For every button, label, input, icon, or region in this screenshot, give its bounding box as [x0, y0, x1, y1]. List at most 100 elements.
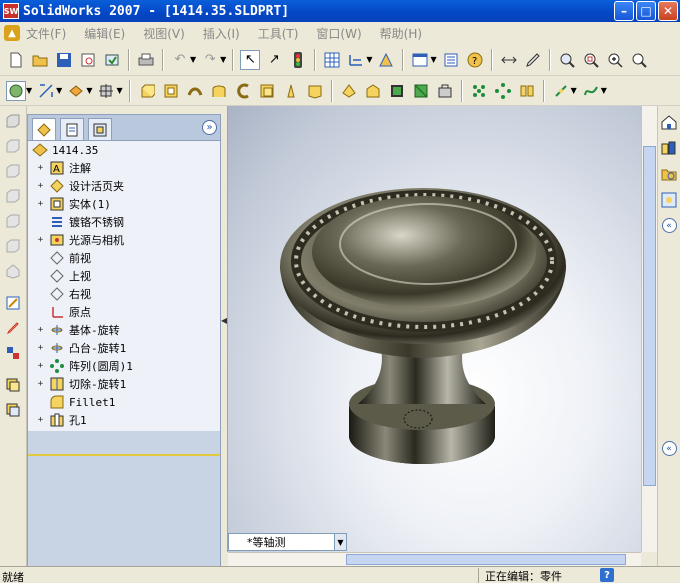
design-library-icon[interactable] — [659, 138, 679, 158]
zoom-in-icon[interactable] — [605, 50, 625, 70]
expand-icon[interactable]: + — [36, 181, 45, 191]
vertical-scroll-thumb[interactable] — [643, 146, 656, 486]
relation-icon[interactable] — [66, 81, 86, 101]
menu-tools[interactable]: 工具(T) — [258, 25, 299, 42]
sweep-icon[interactable] — [185, 81, 205, 101]
solidworks-app-icon[interactable]: SW — [3, 3, 19, 19]
tree-item[interactable]: Fillet1 — [36, 393, 115, 411]
curve-icon[interactable] — [581, 81, 601, 101]
extrude-cut-icon[interactable] — [233, 81, 253, 101]
expand-icon[interactable]: + — [36, 343, 45, 353]
chamfer-icon[interactable] — [305, 81, 325, 101]
curve-dropdown-icon[interactable]: ▼ — [601, 86, 607, 95]
expand-icon[interactable]: + — [36, 379, 45, 389]
tree-item[interactable]: 右视 — [36, 285, 91, 303]
smart-dimension-icon[interactable] — [36, 81, 56, 101]
tree-item[interactable]: + 光源与相机 — [36, 231, 124, 249]
loft-icon[interactable] — [209, 81, 229, 101]
options-icon[interactable] — [376, 50, 396, 70]
save-icon[interactable] — [54, 50, 74, 70]
menu-help[interactable]: 帮助(H) — [380, 25, 422, 42]
layer-icon[interactable] — [3, 375, 23, 395]
reference-dropdown-icon[interactable]: ▼ — [116, 86, 122, 95]
dimension-dropdown-icon[interactable]: ▼ — [56, 86, 62, 95]
home-icon[interactable] — [659, 112, 679, 132]
revolve-cut-icon[interactable] — [257, 81, 277, 101]
sketch-dropdown-icon[interactable]: ▼ — [26, 86, 32, 95]
rebuild-icon[interactable] — [102, 50, 122, 70]
sketch-tool-icon[interactable] — [3, 293, 23, 313]
tree-item[interactable]: 原点 — [36, 303, 91, 321]
extrude-boss-icon[interactable] — [137, 81, 157, 101]
select-other-icon[interactable]: ↗ — [264, 50, 284, 70]
edit-icon[interactable] — [523, 50, 543, 70]
tree-item[interactable]: 上视 — [36, 267, 91, 285]
tree-item[interactable]: + 阵列(圆周)1 — [36, 357, 133, 375]
rib-icon[interactable] — [339, 81, 359, 101]
annotation-tool-icon[interactable] — [3, 400, 23, 420]
tree-item[interactable]: + 孔1 — [36, 411, 87, 429]
relation-dropdown-icon[interactable]: ▼ — [86, 86, 92, 95]
mirror-feature-icon[interactable] — [435, 81, 455, 101]
view-left-icon[interactable] — [3, 161, 23, 181]
expand-icon[interactable]: + — [36, 361, 45, 371]
reference-point-icon[interactable] — [551, 81, 571, 101]
propertymanager-tab-icon[interactable] — [60, 118, 84, 140]
chevron-down-icon[interactable]: ▼ — [334, 534, 346, 550]
view-palette-icon[interactable] — [659, 190, 679, 210]
add-relation-icon[interactable] — [3, 343, 23, 363]
sketch-icon[interactable] — [6, 80, 26, 101]
revolve-boss-icon[interactable] — [161, 81, 181, 101]
close-icon[interactable]: ✕ — [658, 1, 678, 21]
view-isometric-icon[interactable] — [3, 261, 23, 281]
view-front-icon[interactable] — [3, 111, 23, 131]
configuration-tab-icon[interactable] — [88, 118, 112, 140]
tree-item[interactable]: 镀铬不锈钢 — [36, 213, 124, 231]
view-bottom-icon[interactable] — [3, 236, 23, 256]
print-preview-icon[interactable] — [78, 50, 98, 70]
menu-window[interactable]: 窗口(W) — [316, 25, 361, 42]
expand-taskpane-icon[interactable]: « — [661, 218, 677, 233]
point-dropdown-icon[interactable]: ▼ — [571, 86, 577, 95]
reference-icon[interactable] — [96, 81, 116, 101]
tree-item[interactable]: + 设计活页夹 — [36, 177, 124, 195]
hole-icon[interactable] — [411, 81, 431, 101]
expand-icon[interactable]: + — [36, 415, 45, 425]
linear-pattern-icon[interactable] — [469, 81, 489, 101]
featuremanager-tab-icon[interactable] — [32, 118, 56, 140]
help-icon[interactable]: ? — [600, 568, 614, 582]
horizontal-scroll-thumb[interactable] — [346, 554, 626, 565]
undo-icon[interactable]: ↶ — [170, 50, 190, 70]
fillet-icon[interactable] — [281, 81, 301, 101]
menu-insert[interactable]: 插入(I) — [203, 25, 240, 42]
tree-item[interactable]: + 基体-旋转 — [36, 321, 120, 339]
solidworks-logo-icon[interactable]: ▲ — [4, 25, 20, 41]
menu-file[interactable]: 文件(F) — [26, 25, 66, 42]
help-icon[interactable]: ? — [465, 50, 485, 70]
file-explorer-icon[interactable] — [659, 164, 679, 184]
view-orientation-icon[interactable] — [410, 50, 430, 70]
dimension-icon[interactable] — [346, 50, 366, 70]
minimize-icon[interactable]: – — [614, 1, 634, 21]
tree-item[interactable]: + 切除-旋转1 — [36, 375, 126, 393]
expand-icon[interactable]: + — [36, 235, 45, 245]
tree-root[interactable]: 1414.35 — [32, 141, 98, 159]
smart-pen-icon[interactable] — [3, 318, 23, 338]
expand-icon[interactable]: + — [36, 163, 45, 173]
collapse-panel-icon[interactable]: » — [202, 120, 217, 135]
tree-item[interactable]: + 凸台-旋转1 — [36, 339, 126, 357]
shell-icon[interactable] — [363, 81, 383, 101]
circular-pattern-icon[interactable] — [493, 81, 513, 101]
view-right-icon[interactable] — [3, 186, 23, 206]
tree-item[interactable]: 前视 — [36, 249, 91, 267]
expand-icon[interactable]: + — [36, 325, 45, 335]
rollback-bar[interactable] — [28, 454, 220, 456]
view-top-icon[interactable] — [3, 211, 23, 231]
zoom-icon[interactable] — [629, 50, 649, 70]
open-icon[interactable] — [30, 50, 50, 70]
dimension-dropdown-icon[interactable]: ▼ — [366, 55, 372, 64]
vertical-scrollbar[interactable] — [641, 106, 657, 552]
redo-dropdown-icon[interactable]: ▼ — [220, 55, 226, 64]
maximize-icon[interactable]: □ — [636, 1, 656, 21]
undo-dropdown-icon[interactable]: ▼ — [190, 55, 196, 64]
